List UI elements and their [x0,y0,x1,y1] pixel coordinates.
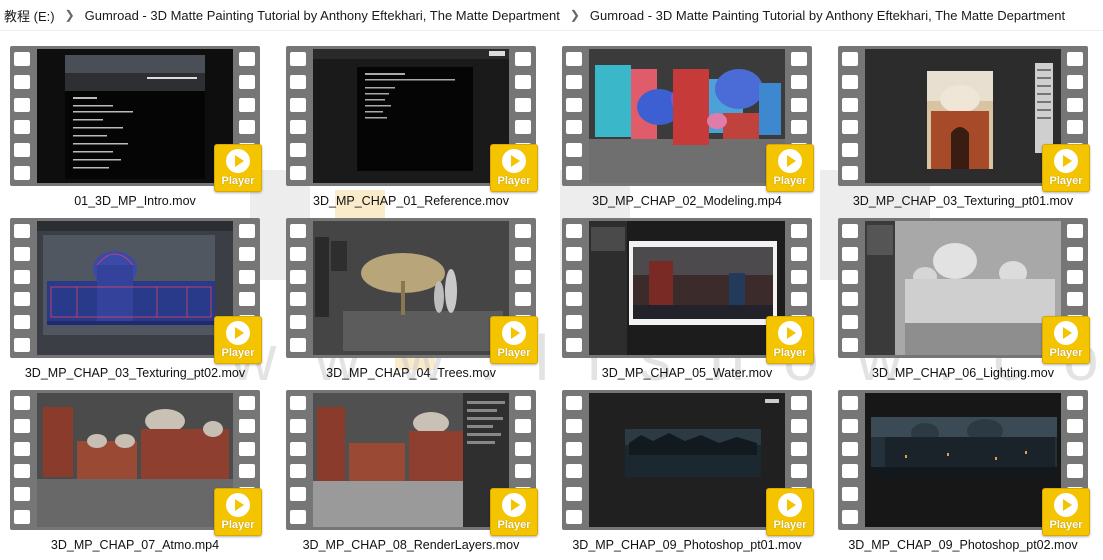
file-tile[interactable]: Player 3D_MP_CHAP_01_Reference.mov [286,46,538,216]
breadcrumb-folder-2[interactable]: Gumroad - 3D Matte Painting Tutorial by … [586,8,1069,23]
file-name[interactable]: 3D_MP_CHAP_07_Atmo.mp4 [0,538,280,552]
film-thumbnail[interactable]: Player [286,390,538,536]
film-thumbnail[interactable]: Player [286,218,538,364]
file-tile[interactable]: Player 3D_MP_CHAP_03_Texturing_pt01.mov [838,46,1090,216]
file-tile[interactable]: Player 3D_MP_CHAP_04_Trees.mov [286,218,538,388]
player-badge: Player [766,488,814,536]
film-thumbnail[interactable]: Player [562,218,814,364]
file-tile[interactable]: Player 3D_MP_CHAP_08_RenderLayers.mov [286,390,538,560]
play-icon [778,321,802,345]
breadcrumb-folder-1[interactable]: Gumroad - 3D Matte Painting Tutorial by … [81,8,564,23]
breadcrumb-drive[interactable]: 教程 (E:) [0,6,59,25]
file-name[interactable]: 01_3D_MP_Intro.mov [0,194,280,208]
breadcrumb: 教程 (E:) ❯ Gumroad - 3D Matte Painting Tu… [0,0,1103,31]
film-thumbnail[interactable]: Player [562,46,814,192]
player-badge: Player [214,316,262,364]
play-icon [226,493,250,517]
film-thumbnail[interactable]: Player [10,390,262,536]
player-badge: Player [490,144,538,192]
file-name[interactable]: 3D_MP_CHAP_08_RenderLayers.mov [266,538,556,552]
play-icon [226,321,250,345]
play-icon [1054,149,1078,173]
film-thumbnail[interactable]: Player [838,46,1090,192]
play-icon [1054,321,1078,345]
play-icon [502,321,526,345]
file-tile[interactable]: Player 3D_MP_CHAP_09_Photoshop_pt02.mov [838,390,1090,560]
file-name[interactable]: 3D_MP_CHAP_03_Texturing_pt01.mov [818,194,1103,208]
chevron-right-icon[interactable]: ❯ [564,8,586,22]
file-tile[interactable]: Player 3D_MP_CHAP_09_Photoshop_pt01.mov [562,390,814,560]
file-name[interactable]: 3D_MP_CHAP_02_Modeling.mp4 [542,194,832,208]
play-icon [778,149,802,173]
film-thumbnail[interactable]: Player [838,390,1090,536]
player-badge: Player [214,144,262,192]
player-badge: Player [766,144,814,192]
file-tile[interactable]: Player 3D_MP_CHAP_05_Water.mov [562,218,814,388]
play-icon [1054,493,1078,517]
film-thumbnail[interactable]: Player [286,46,538,192]
player-badge: Player [214,488,262,536]
player-badge: Player [1042,316,1090,364]
play-icon [226,149,250,173]
film-thumbnail[interactable]: Player [10,218,262,364]
player-badge: Player [490,316,538,364]
file-name[interactable]: 3D_MP_CHAP_06_Lighting.mov [818,366,1103,380]
film-thumbnail[interactable]: Player [838,218,1090,364]
player-badge: Player [766,316,814,364]
file-name[interactable]: 3D_MP_CHAP_09_Photoshop_pt01.mov [542,538,832,552]
player-badge: Player [490,488,538,536]
film-thumbnail[interactable]: Player [562,390,814,536]
file-tile[interactable]: Player 3D_MP_CHAP_02_Modeling.mp4 [562,46,814,216]
file-name[interactable]: 3D_MP_CHAP_04_Trees.mov [266,366,556,380]
player-badge: Player [1042,488,1090,536]
file-name[interactable]: 3D_MP_CHAP_09_Photoshop_pt02.mov [818,538,1103,552]
play-icon [502,149,526,173]
file-tile[interactable]: Player 3D_MP_CHAP_06_Lighting.mov [838,218,1090,388]
chevron-right-icon[interactable]: ❯ [59,8,81,22]
file-tile[interactable]: Player 3D_MP_CHAP_03_Texturing_pt02.mov [10,218,262,388]
file-name[interactable]: 3D_MP_CHAP_01_Reference.mov [266,194,556,208]
play-icon [778,493,802,517]
play-icon [502,493,526,517]
file-tile[interactable]: Player 01_3D_MP_Intro.mov [10,46,262,216]
film-thumbnail[interactable]: Player [10,46,262,192]
file-name[interactable]: 3D_MP_CHAP_03_Texturing_pt02.mov [0,366,280,380]
file-name[interactable]: 3D_MP_CHAP_05_Water.mov [542,366,832,380]
player-badge: Player [1042,144,1090,192]
file-tile[interactable]: Player 3D_MP_CHAP_07_Atmo.mp4 [10,390,262,560]
